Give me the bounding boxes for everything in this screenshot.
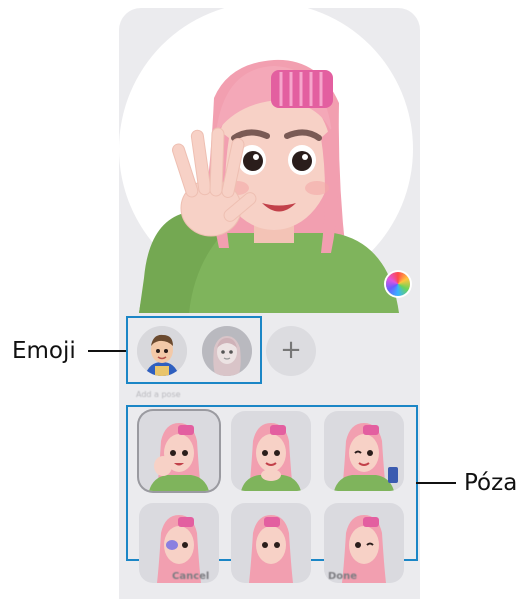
done-button[interactable]: Done [328, 571, 357, 582]
avatar-illustration [139, 59, 399, 313]
girl-avatar-icon [202, 326, 252, 376]
pose-item[interactable] [324, 411, 404, 491]
avatar-preview [119, 8, 420, 313]
pose-section-label: Add a pose [136, 390, 181, 399]
emoji-callout-line [88, 350, 126, 352]
pose-wink-icon [334, 423, 398, 491]
emoji-thumb-boy[interactable] [137, 326, 187, 376]
pose-chin-icon [241, 423, 301, 491]
emoji-thumb-girl[interactable] [202, 326, 252, 376]
pose-think-icon [249, 515, 293, 583]
plus-icon: + [280, 335, 302, 365]
color-palette-icon[interactable] [386, 272, 410, 296]
add-emoji-button[interactable]: + [266, 326, 316, 376]
boy-avatar-icon [137, 326, 187, 376]
pose-item[interactable] [231, 411, 311, 491]
pose-wave-icon [149, 423, 209, 491]
pose-callout-label: Póza [464, 470, 518, 496]
emoji-callout-label: Emoji [12, 338, 76, 364]
pose-callout-line [416, 482, 456, 484]
cancel-button[interactable]: Cancel [172, 571, 209, 582]
pose-item[interactable] [139, 411, 219, 491]
pose-item[interactable] [231, 503, 311, 583]
